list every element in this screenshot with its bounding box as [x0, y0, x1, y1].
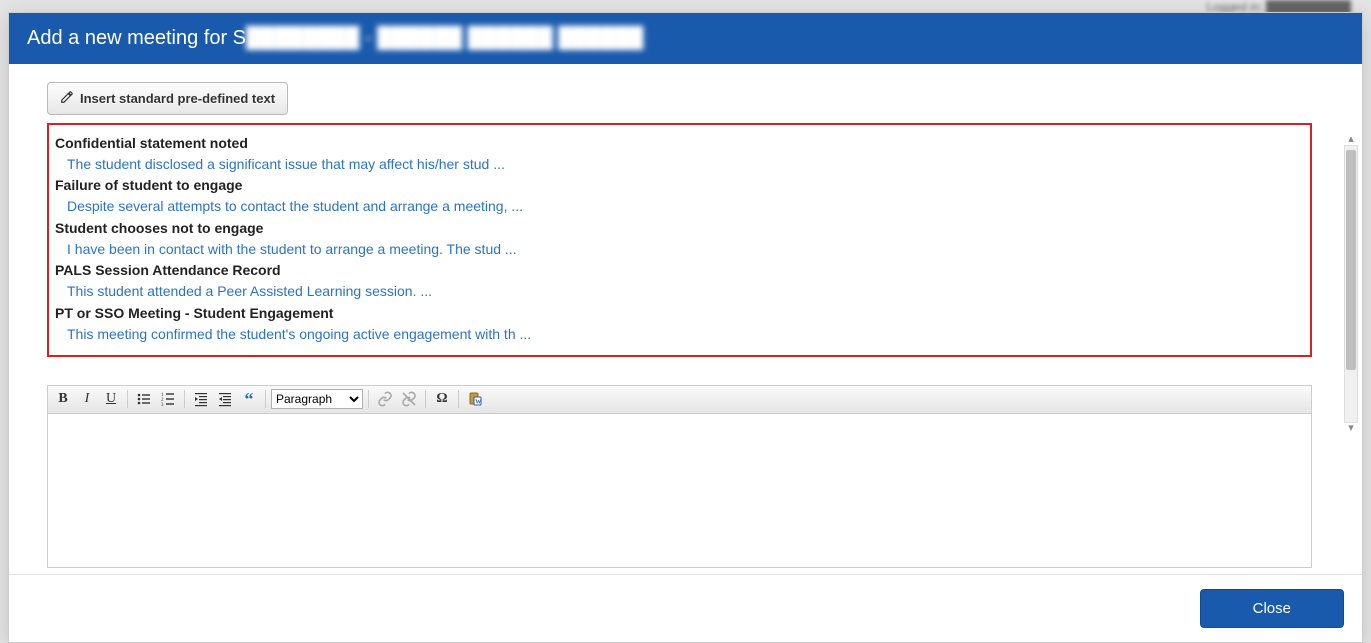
- scroll-thumb[interactable]: [1346, 150, 1356, 370]
- add-meeting-modal: Add a new meeting for S████████ - ██████…: [8, 12, 1363, 643]
- predefined-link[interactable]: This meeting confirmed the student's ong…: [55, 323, 1304, 345]
- predefined-link[interactable]: Despite several attempts to contact the …: [55, 195, 1304, 217]
- underline-button[interactable]: U: [100, 388, 122, 410]
- indent-button[interactable]: [214, 388, 236, 410]
- paste-from-word-button[interactable]: W: [464, 388, 486, 410]
- bold-button[interactable]: B: [52, 388, 74, 410]
- modal-title-student: ████████ - ██████ ██████ ██████: [246, 27, 643, 49]
- body-scrollbar[interactable]: ▴ ▾: [1344, 134, 1358, 434]
- predefined-title: Failure of student to engage: [55, 177, 1304, 193]
- close-button[interactable]: Close: [1200, 589, 1344, 628]
- blockquote-button[interactable]: “: [238, 388, 260, 410]
- insert-predefined-button[interactable]: Insert standard pre-defined text: [47, 82, 288, 115]
- toolbar-separator: [265, 390, 266, 408]
- scroll-track[interactable]: [1344, 145, 1358, 423]
- predefined-text-list: Confidential statement noted The student…: [47, 123, 1312, 357]
- editor-toolbar: B I U 123: [48, 386, 1311, 414]
- unlink-button[interactable]: [398, 388, 420, 410]
- modal-title-prefix: Add a new meeting for S: [27, 27, 246, 49]
- toolbar-separator: [127, 390, 128, 408]
- editor-textarea[interactable]: [48, 414, 1311, 564]
- predefined-title: Confidential statement noted: [55, 135, 1304, 151]
- toolbar-separator: [368, 390, 369, 408]
- toolbar-separator: [425, 390, 426, 408]
- link-button[interactable]: [374, 388, 396, 410]
- toolbar-separator: [458, 390, 459, 408]
- insert-predefined-label: Insert standard pre-defined text: [80, 91, 275, 106]
- predefined-link[interactable]: The student disclosed a significant issu…: [55, 153, 1304, 175]
- predefined-title: PT or SSO Meeting - Student Engagement: [55, 305, 1304, 321]
- modal-footer: Close: [9, 574, 1362, 642]
- italic-button[interactable]: I: [76, 388, 98, 410]
- bulleted-list-button[interactable]: [133, 388, 155, 410]
- format-select[interactable]: Paragraph: [271, 389, 363, 409]
- predefined-title: PALS Session Attendance Record: [55, 262, 1304, 278]
- scroll-down-arrow[interactable]: ▾: [1348, 423, 1354, 434]
- svg-text:W: W: [475, 400, 481, 406]
- predefined-link[interactable]: I have been in contact with the student …: [55, 238, 1304, 260]
- numbered-list-button[interactable]: 123: [157, 388, 179, 410]
- outdent-button[interactable]: [190, 388, 212, 410]
- modal-title: Add a new meeting for S████████ - ██████…: [9, 13, 1362, 64]
- rich-text-editor: B I U 123: [47, 385, 1312, 568]
- scroll-up-arrow[interactable]: ▴: [1348, 134, 1354, 145]
- predefined-title: Student chooses not to engage: [55, 220, 1304, 236]
- svg-text:3: 3: [161, 403, 164, 407]
- special-char-button[interactable]: Ω: [431, 388, 453, 410]
- edit-icon: [60, 90, 74, 107]
- toolbar-separator: [184, 390, 185, 408]
- predefined-link[interactable]: This student attended a Peer Assisted Le…: [55, 280, 1304, 302]
